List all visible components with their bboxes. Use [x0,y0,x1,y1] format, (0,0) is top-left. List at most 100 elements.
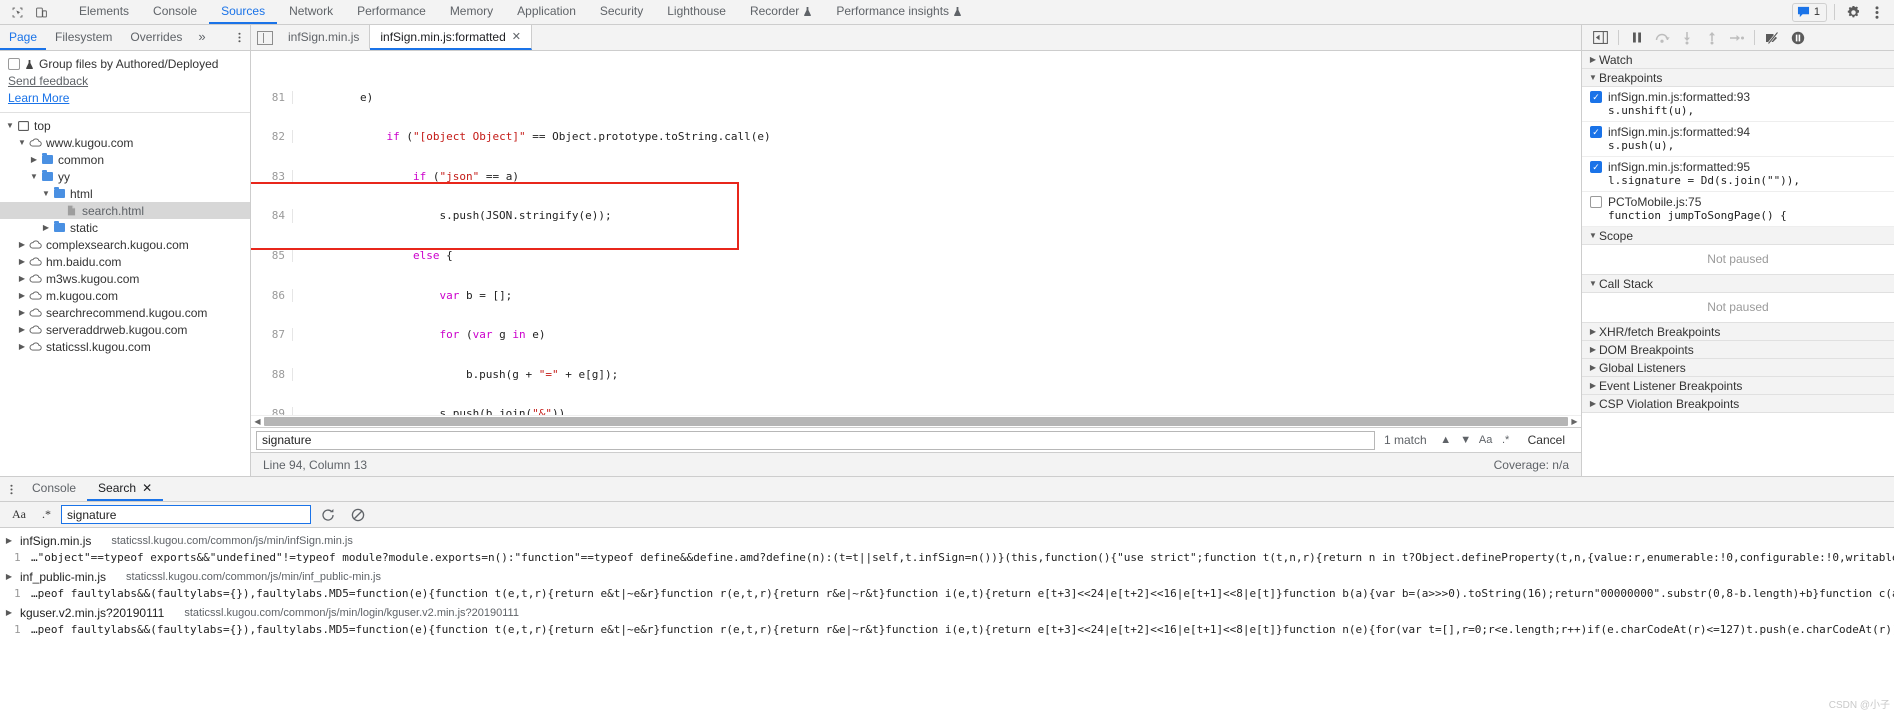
chevron-right-icon[interactable] [16,240,28,249]
tree-item-m3ws-kugou-com[interactable]: m3ws.kugou.com [0,270,250,287]
message-count-chip[interactable]: 1 [1791,2,1827,22]
pause-on-exceptions-icon[interactable] [1786,27,1809,48]
code-line[interactable]: 81 e) [251,90,1581,104]
tree-item-searchrecommend-kugou-com[interactable]: searchrecommend.kugou.com [0,304,250,321]
nav-tab-overrides[interactable]: Overrides [121,25,191,50]
tree-item-hm-baidu-com[interactable]: hm.baidu.com [0,253,250,270]
code-line[interactable]: 85 else { [251,248,1581,263]
tab-console[interactable]: Console [141,0,209,24]
chevron-right-icon[interactable] [28,155,40,164]
line-number[interactable]: 87 [251,328,293,342]
section-header-watch[interactable]: ▶ Watch [1582,51,1894,69]
code-line[interactable]: 82 if ("[object Object]" == Object.proto… [251,130,1581,144]
nav-tab-page[interactable]: Page [0,25,47,50]
chevron-down-icon[interactable] [16,138,28,147]
tab-network[interactable]: Network [277,0,345,24]
more-options-icon[interactable] [1866,2,1888,22]
editor-horizontal-scrollbar[interactable]: ◀ ▶ [251,415,1581,427]
tree-item-search-html[interactable]: search.html [0,202,250,219]
chevron-right-icon[interactable]: ▶ [1587,399,1599,408]
chevron-down-icon[interactable]: ▼ [1587,73,1599,82]
editor-tab-infsign-formatted[interactable]: infSign.min.js:formatted ✕ [370,25,532,50]
line-number[interactable]: 85 [251,248,293,263]
device-toolbar-icon[interactable] [30,2,52,22]
section-header-call-stack[interactable]: ▼ Call Stack [1582,275,1894,293]
match-case-icon[interactable]: Aa [6,507,32,522]
code-editor[interactable]: 81 e) 82 if ("[object Object]" == Object… [251,51,1581,452]
chevron-right-icon[interactable] [40,223,52,232]
find-cancel-button[interactable]: Cancel [1516,433,1577,447]
line-number[interactable]: 86 [251,288,293,302]
step-over-icon[interactable] [1650,27,1673,48]
tree-item-m-kugou-com[interactable]: m.kugou.com [0,287,250,304]
refresh-icon[interactable] [315,505,341,525]
tree-item-yy[interactable]: yy [0,168,250,185]
code-line[interactable]: 86 var b = []; [251,288,1581,302]
tree-item-serveraddrweb-kugou-com[interactable]: serveraddrweb.kugou.com [0,321,250,338]
tree-item-static[interactable]: static [0,219,250,236]
tab-performance-insights[interactable]: Performance insights [824,0,974,24]
regex-icon[interactable]: .* [1496,431,1516,450]
section-header-breakpoints[interactable]: ▼ Breakpoints [1582,69,1894,87]
clear-icon[interactable] [345,505,371,525]
tree-item-staticssl-kugou-com[interactable]: staticssl.kugou.com [0,338,250,355]
search-result-match[interactable]: 1 …"object"==typeof exports&&"undefined"… [0,549,1894,568]
pause-icon[interactable] [1625,27,1648,48]
tab-application[interactable]: Application [505,0,588,24]
scroll-left-icon[interactable]: ◀ [251,417,264,426]
breakpoint-checkbox[interactable]: ✓ [1590,196,1602,208]
code-line[interactable]: 83 if ("json" == a) [251,169,1581,183]
line-number[interactable]: 82 [251,130,293,144]
breakpoint-item[interactable]: ✓ infSign.min.js:formatted:93 s.unshift(… [1582,87,1894,122]
tab-sources[interactable]: Sources [209,0,278,24]
chevron-right-icon[interactable]: ▶ [1587,345,1599,354]
search-result-match[interactable]: 1 …peof faultylabs&&(faultylabs={}),faul… [0,585,1894,604]
deactivate-breakpoints-icon[interactable] [1761,27,1784,48]
chevron-down-icon[interactable] [4,121,16,130]
search-result-file[interactable]: ▶ infSign.min.js staticssl.kugou.com/com… [0,532,1894,549]
tab-recorder[interactable]: Recorder [738,0,824,24]
close-icon[interactable]: ✕ [512,30,521,43]
inspect-element-icon[interactable] [6,2,28,22]
line-number[interactable]: 81 [251,90,293,104]
chevron-down-icon[interactable]: ▼ [1587,279,1599,288]
chevron-right-icon[interactable]: ▶ [4,572,14,581]
group-files-row[interactable]: Group files by Authored/Deployed [8,57,242,71]
editor-tab-infsign[interactable]: infSign.min.js [278,25,371,50]
section-header-dom-breakpoints[interactable]: ▶ DOM Breakpoints [1582,341,1894,359]
search-input[interactable] [61,505,311,524]
match-case-icon[interactable]: Aa [1476,431,1496,450]
search-result-match[interactable]: 1 …peof faultylabs&&(faultylabs={}),faul… [0,621,1894,640]
tree-item-www-kugou-com[interactable]: www.kugou.com [0,134,250,151]
drawer-tab-console[interactable]: Console [21,477,87,501]
chevron-right-icon[interactable] [16,291,28,300]
breakpoint-item[interactable]: ✓ PCToMobile.js:75 function jumpToSongPa… [1582,192,1894,227]
code-line[interactable]: 84 s.push(JSON.stringify(e)); [251,209,1581,223]
drawer-more-options-icon[interactable] [0,477,21,501]
step-out-icon[interactable] [1700,27,1723,48]
chevron-down-icon[interactable] [28,172,40,181]
chevron-right-icon[interactable]: ▶ [4,608,14,617]
line-number[interactable]: 83 [251,169,293,183]
regex-icon[interactable]: .* [36,507,57,522]
chevron-right-icon[interactable] [16,342,28,351]
nav-tab-more[interactable]: » [191,25,212,50]
breakpoint-item[interactable]: ✓ infSign.min.js:formatted:94 s.push(u), [1582,122,1894,157]
chevron-right-icon[interactable] [16,257,28,266]
chevron-right-icon[interactable]: ▶ [1587,55,1599,64]
find-input[interactable] [256,430,1375,450]
gear-icon[interactable] [1842,2,1864,22]
tab-security[interactable]: Security [588,0,655,24]
search-result-file[interactable]: ▶ kguser.v2.min.js?20190111 staticssl.ku… [0,604,1894,621]
chevron-right-icon[interactable]: ▶ [4,536,14,545]
line-number[interactable]: 89 [251,407,293,415]
nav-tab-filesystem[interactable]: Filesystem [46,25,121,50]
group-files-checkbox[interactable] [8,58,20,70]
section-header-event-listener-breakpoints[interactable]: ▶ Event Listener Breakpoints [1582,377,1894,395]
section-header-csp-violation-breakpoints[interactable]: ▶ CSP Violation Breakpoints [1582,395,1894,413]
chevron-right-icon[interactable]: ▶ [1587,381,1599,390]
breakpoint-checkbox[interactable]: ✓ [1590,91,1602,103]
tab-performance[interactable]: Performance [345,0,438,24]
line-number[interactable]: 84 [251,209,293,223]
breakpoint-checkbox[interactable]: ✓ [1590,161,1602,173]
